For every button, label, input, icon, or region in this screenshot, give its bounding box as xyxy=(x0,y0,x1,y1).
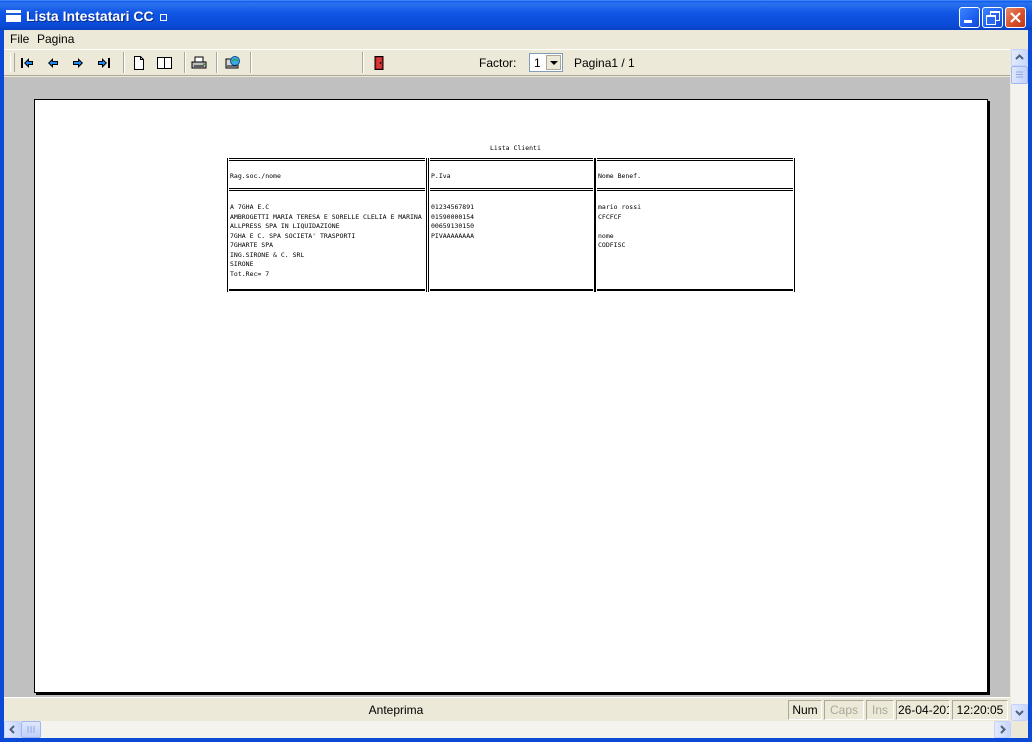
vertical-scrollbar[interactable] xyxy=(1011,49,1028,721)
report-cell: ALLPRESS SPA IN LIQUIDAZIONE xyxy=(230,222,340,230)
restore-button[interactable] xyxy=(982,7,1003,28)
chevron-left-icon xyxy=(9,725,15,734)
exit-door-icon xyxy=(374,56,384,70)
factor-value: 1 xyxy=(534,56,541,70)
report-cell: PIVAAAAAAAA xyxy=(431,231,475,240)
scroll-right-button[interactable] xyxy=(994,721,1011,738)
report-preview-window: Lista Intestatari CC File Pagina Factor:… xyxy=(0,0,1032,742)
report-page: Lista Clienti Rag.soc./nome A 7GHA E.C A… xyxy=(34,99,988,693)
previous-page-icon xyxy=(48,58,58,68)
close-icon xyxy=(1010,12,1021,23)
scroll-left-button[interactable] xyxy=(4,721,21,738)
window-border-right xyxy=(1028,30,1032,738)
report-cell: nome xyxy=(598,231,614,240)
toolbar-separator xyxy=(250,52,252,73)
report-column-piva: P.Iva 01234567891 01590000154 0065913015… xyxy=(428,158,595,292)
page-indicator: Pagina1 / 1 xyxy=(574,56,635,70)
chevron-right-icon xyxy=(1000,725,1006,734)
first-page-button[interactable] xyxy=(16,53,38,73)
menu-pagina[interactable]: Pagina xyxy=(37,32,74,46)
title-bar[interactable]: Lista Intestatari CC xyxy=(0,0,1032,30)
window-icon[interactable] xyxy=(6,10,21,22)
export-button[interactable] xyxy=(222,53,244,73)
minimize-button[interactable] xyxy=(959,7,980,28)
two-pages-icon xyxy=(157,57,172,69)
horizontal-scroll-thumb[interactable] xyxy=(21,721,41,738)
grip-lines-icon xyxy=(1016,71,1023,78)
toolbar-separator xyxy=(123,52,125,73)
report-cell: 01234567891 xyxy=(431,203,475,211)
close-button[interactable] xyxy=(1005,7,1026,28)
report-title: Lista Clienti xyxy=(490,144,541,152)
previous-page-button[interactable] xyxy=(42,53,64,73)
menu-bar: File Pagina xyxy=(4,30,1028,49)
last-page-button[interactable] xyxy=(93,53,115,73)
chevron-up-icon xyxy=(1015,54,1024,60)
preview-area[interactable]: Lista Clienti Rag.soc./nome A 7GHA E.C A… xyxy=(4,77,1010,697)
report-cell: mario rossi xyxy=(598,203,642,211)
factor-select[interactable]: 1 xyxy=(529,53,563,72)
grip-lines-icon xyxy=(27,726,35,733)
report-cell: CFCFCF xyxy=(598,212,622,221)
chevron-down-icon[interactable] xyxy=(546,55,561,70)
title-square-glyph xyxy=(159,13,167,21)
next-page-button[interactable] xyxy=(67,53,89,73)
print-button[interactable] xyxy=(188,53,210,73)
toolbar-separator xyxy=(216,52,218,73)
two-pages-button[interactable] xyxy=(154,53,176,73)
toolbar: Factor: 1 Pagina1 / 1 xyxy=(4,49,1010,76)
vertical-scroll-thumb[interactable] xyxy=(1011,66,1028,84)
column-header: Rag.soc./nome xyxy=(230,172,281,180)
status-time: 12:20:05 xyxy=(952,700,1008,720)
single-page-icon xyxy=(134,56,144,70)
column-header: P.Iva xyxy=(431,172,451,180)
window-border-bottom xyxy=(0,738,1032,742)
scroll-down-button[interactable] xyxy=(1011,704,1028,721)
status-bar: Anteprima Num Caps Ins 26-04-2016 12:20:… xyxy=(4,697,1010,722)
status-caps: Caps xyxy=(824,700,864,720)
report-cell: CODFISC xyxy=(598,241,626,249)
export-icon xyxy=(225,56,240,69)
next-page-icon xyxy=(73,58,83,68)
scroll-up-button[interactable] xyxy=(1011,49,1028,66)
report-cell: SIRONE xyxy=(230,260,254,268)
report-column-benef: Nome Benef. mario rossi CFCFCF nome CODF… xyxy=(595,158,795,292)
report-cell: AMBROGETTI MARIA TERESA E SORELLE CLELIA… xyxy=(230,212,422,221)
single-page-button[interactable] xyxy=(128,53,150,73)
status-mode: Anteprima xyxy=(368,703,424,717)
report-cell: 00659130150 xyxy=(431,222,475,230)
status-ins: Ins xyxy=(866,700,894,720)
column-header: Nome Benef. xyxy=(598,172,642,180)
printer-icon xyxy=(191,56,207,69)
factor-label: Factor: xyxy=(479,56,517,70)
report-cell: 7GHARTE SPA xyxy=(230,241,274,249)
status-date: 26-04-2016 xyxy=(896,700,950,720)
report-cell: ING.SIRONE & C. SRL xyxy=(230,250,305,259)
first-page-icon xyxy=(21,58,33,68)
chevron-down-icon xyxy=(1015,710,1024,716)
report-column-ragsoc: Rag.soc./nome A 7GHA E.C AMBROGETTI MARI… xyxy=(227,158,427,292)
exit-button[interactable] xyxy=(368,53,390,73)
report-cell: 01590000154 xyxy=(431,212,475,221)
menu-file[interactable]: File xyxy=(10,32,29,46)
toolbar-grip[interactable] xyxy=(10,53,15,72)
status-num: Num xyxy=(788,700,822,720)
report-total: Tot.Rec= 7 xyxy=(230,270,270,278)
last-page-icon xyxy=(98,58,110,68)
toolbar-separator xyxy=(184,52,186,73)
toolbar-separator xyxy=(362,52,364,73)
report-cell: A 7GHA E.C xyxy=(230,203,270,211)
window-title: Lista Intestatari CC xyxy=(26,8,167,24)
horizontal-scrollbar[interactable] xyxy=(4,721,1011,738)
report-cell: 7GHA E C. SPA SOCIETA' TRASPORTI xyxy=(230,231,356,240)
